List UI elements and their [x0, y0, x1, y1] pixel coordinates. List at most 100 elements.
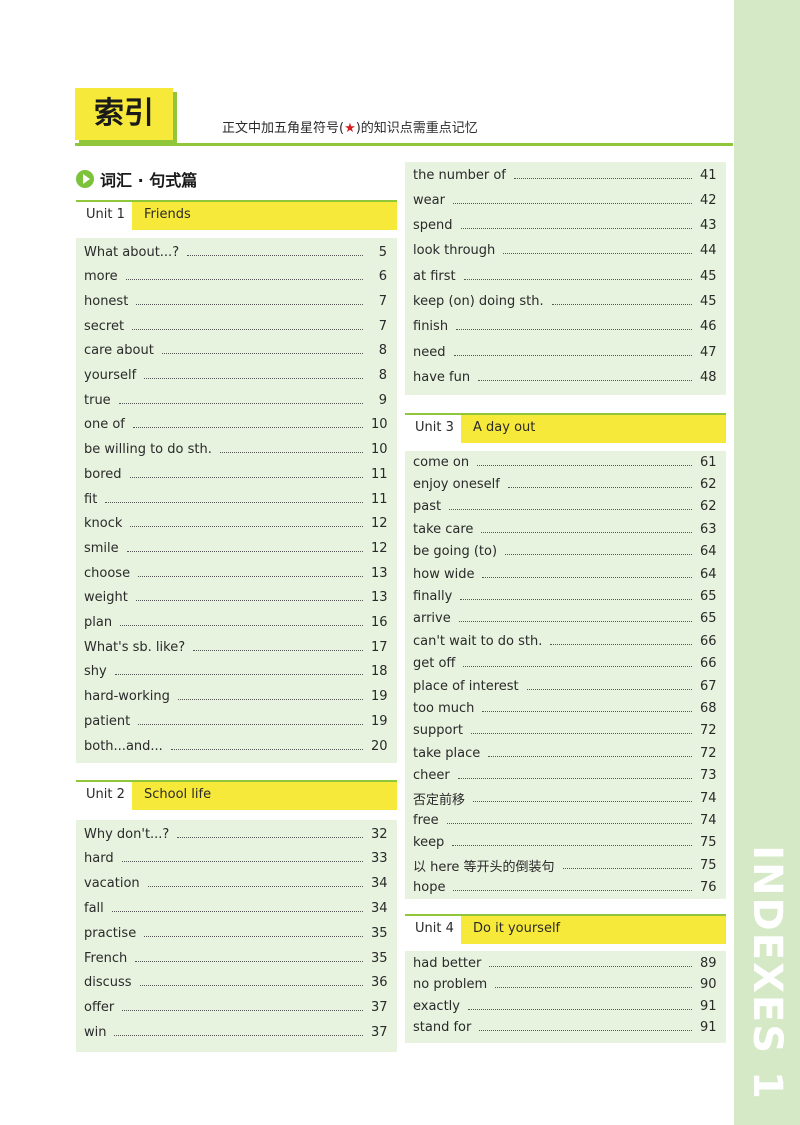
entry-term: place of interest: [413, 678, 519, 694]
entry-term: keep (on) doing sth.: [413, 294, 544, 309]
entry-term: yourself: [84, 368, 137, 383]
entry-term: past: [413, 499, 442, 515]
entry-term: plan: [84, 615, 113, 630]
dot-leader: [105, 501, 363, 503]
index-entry: choose 13: [84, 563, 388, 583]
entry-term: arrive: [413, 611, 451, 627]
entry-page: 62: [700, 499, 717, 515]
entry-term: care about: [84, 343, 154, 359]
index-entry: patient 19: [84, 711, 388, 731]
index-entry: take place 72: [413, 743, 717, 763]
entry-page: 45: [700, 294, 717, 309]
index-entry: fall 34: [84, 898, 388, 918]
entry-term: no problem: [413, 977, 488, 992]
entry-page: 46: [700, 319, 717, 335]
dot-leader: [219, 452, 363, 454]
entry-term: What about...?: [84, 244, 180, 260]
dot-leader: [132, 328, 363, 330]
index-entry: exactly 91: [413, 996, 717, 1016]
index-entry: keep 75: [413, 833, 717, 853]
entry-term: more: [84, 269, 118, 285]
entry-term: honest: [84, 293, 129, 309]
index-entry: bored 11: [84, 464, 388, 484]
entry-term: wear: [413, 192, 445, 208]
entry-term: hard: [84, 851, 114, 867]
entry-page: 89: [700, 955, 717, 971]
unit-3-box: come on 61 enjoy oneself 62 past 62 take care 6…: [405, 451, 726, 899]
dot-leader: [473, 800, 692, 802]
entry-term: fit: [84, 491, 98, 507]
index-entry: hard 33: [84, 849, 388, 869]
dot-leader: [482, 576, 692, 578]
entry-term: knock: [84, 516, 123, 532]
index-entry: be going (to) 64: [413, 542, 717, 562]
entry-page: 47: [700, 344, 717, 360]
dot-leader: [147, 886, 363, 888]
dot-leader: [187, 254, 363, 256]
dot-leader: [526, 688, 692, 690]
dot-leader: [505, 554, 692, 556]
entry-term: both...and...: [84, 738, 163, 754]
index-entry: shy 18: [84, 662, 388, 682]
dot-leader: [177, 699, 363, 701]
index-entry: enjoy oneself 62: [413, 474, 717, 494]
entry-page: 91: [700, 998, 717, 1014]
page-title: 索引: [75, 88, 173, 140]
index-entry: can't wait to do sth. 66: [413, 631, 717, 651]
entry-page: 6: [378, 269, 387, 285]
entry-term: smile: [84, 540, 119, 556]
dot-leader: [513, 177, 692, 179]
index-entry: smile 12: [84, 538, 388, 558]
unit-4-box: had better 89 no problem 90 exactly 91 stand f…: [405, 951, 726, 1043]
entry-page: 36: [371, 975, 388, 991]
index-entry: place of interest 67: [413, 676, 717, 696]
entry-term: hard-working: [84, 689, 170, 705]
entry-term: hope: [413, 880, 446, 896]
entry-term: win: [84, 1024, 107, 1040]
index-entry: the number of 41: [413, 165, 717, 185]
unit-header-2: Unit 2 School life: [76, 780, 397, 810]
play-icon: [76, 170, 94, 188]
entry-term: 以 here 等开头的倒装句: [413, 859, 555, 875]
dot-leader: [488, 755, 692, 757]
unit-header-1: Unit 1 Friends: [76, 200, 397, 230]
entry-term: had better: [413, 955, 482, 971]
entry-term: practise: [84, 925, 137, 941]
index-entry: keep (on) doing sth. 45: [413, 292, 717, 312]
entry-page: 34: [371, 900, 388, 916]
dot-leader: [453, 354, 692, 356]
index-entry: plan 16: [84, 613, 388, 633]
index-entry: 以 here 等开头的倒装句 75: [413, 855, 717, 875]
entry-page: 72: [700, 745, 717, 761]
dot-leader: [144, 378, 363, 379]
dot-leader: [503, 253, 692, 255]
entry-term: be willing to do sth.: [84, 442, 212, 458]
entry-term: discuss: [84, 975, 132, 991]
dot-leader: [551, 304, 692, 305]
entry-term: true: [84, 392, 111, 408]
entry-term: support: [413, 723, 463, 739]
dot-leader: [449, 509, 692, 511]
dot-leader: [122, 1010, 363, 1012]
unit-header-3: Unit 3 A day out: [405, 413, 726, 443]
dot-leader: [121, 861, 363, 863]
entry-page: 37: [371, 1000, 388, 1016]
entry-page: 16: [371, 615, 388, 630]
dot-leader: [495, 987, 692, 988]
entry-page: 74: [700, 790, 717, 806]
index-entry: had better 89: [413, 953, 717, 973]
index-entry: practise 35: [84, 923, 388, 943]
entry-page: 44: [700, 243, 717, 259]
index-entry: come on 61: [413, 452, 717, 472]
index-entry: hard-working 19: [84, 687, 388, 707]
entry-page: 35: [371, 925, 388, 941]
entry-term: can't wait to do sth.: [413, 633, 543, 649]
entry-page: 64: [700, 566, 717, 582]
index-entry: look through 44: [413, 241, 717, 261]
dot-leader: [456, 329, 692, 331]
entry-term: take place: [413, 745, 481, 761]
entry-page: 65: [700, 611, 717, 627]
index-entry: support 72: [413, 721, 717, 741]
dot-leader: [477, 464, 692, 466]
dot-leader: [467, 1008, 692, 1010]
